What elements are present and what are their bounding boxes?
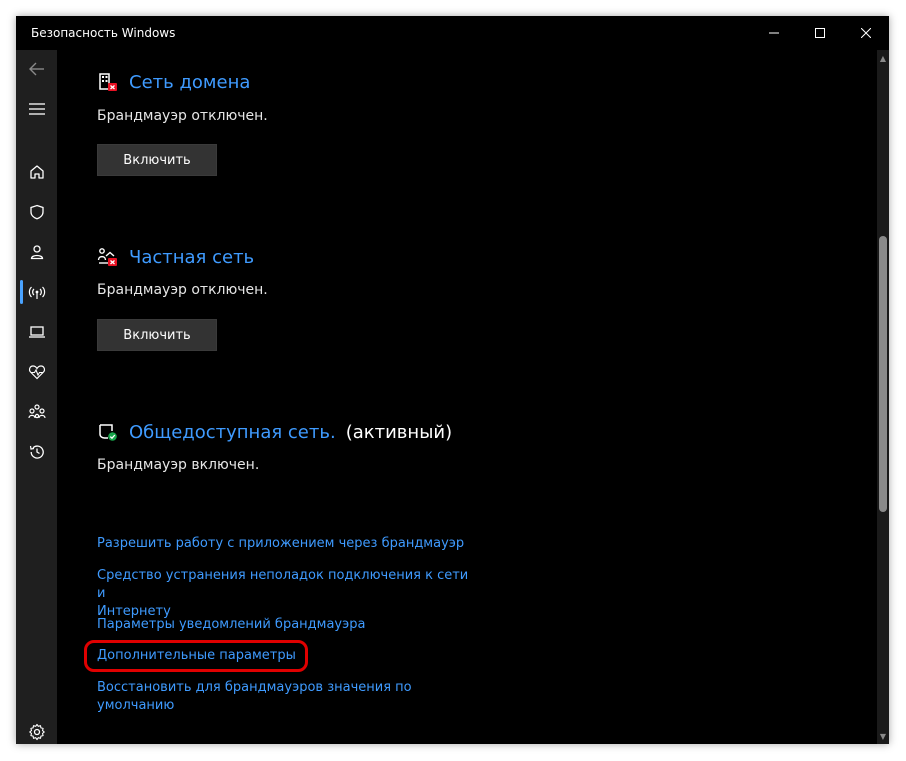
scroll-up-icon[interactable]: ▲ xyxy=(877,52,889,64)
domain-enable-button[interactable]: Включить xyxy=(97,144,217,176)
public-network-icon xyxy=(97,421,119,443)
restore-defaults-link[interactable]: Восстановить для брандмауэров значения п… xyxy=(97,679,477,715)
notification-settings-link[interactable]: Параметры уведомлений брандмауэра xyxy=(97,616,477,634)
title-bar: Безопасность Windows xyxy=(16,16,889,50)
allow-app-link[interactable]: Разрешить работу с приложением через бра… xyxy=(97,535,477,553)
app-window: Безопасность Windows Сеть домена Брандма… xyxy=(16,16,889,744)
main-content: Сеть домена Брандмауэр отключен. Включит… xyxy=(57,50,877,744)
private-network-status: Брандмауэр отключен. xyxy=(97,282,268,298)
history-icon xyxy=(29,445,44,459)
sidebar-item-protection-history[interactable] xyxy=(16,434,57,470)
scroll-down-icon[interactable]: ▼ xyxy=(877,730,889,742)
family-icon xyxy=(27,404,46,419)
maximize-icon xyxy=(815,28,825,38)
domain-network-header: Сеть домена xyxy=(97,71,250,93)
private-network-header: Частная сеть xyxy=(97,246,254,268)
vertical-scrollbar[interactable]: ▲ ▼ xyxy=(877,50,889,744)
domain-network-icon xyxy=(97,71,119,93)
active-indicator xyxy=(20,280,23,304)
sidebar-item-device-health[interactable] xyxy=(16,354,57,390)
private-network-icon xyxy=(97,246,119,268)
sidebar xyxy=(16,50,57,744)
sidebar-item-home[interactable] xyxy=(16,154,57,190)
hamburger-menu-icon xyxy=(28,103,45,115)
private-network-link[interactable]: Частная сеть xyxy=(129,247,254,268)
highlight-annotation xyxy=(84,640,308,672)
private-enable-button[interactable]: Включить xyxy=(97,319,217,351)
back-button[interactable] xyxy=(16,51,57,87)
sidebar-item-settings[interactable] xyxy=(16,714,57,744)
public-network-status: Брандмауэр включен. xyxy=(97,457,260,473)
shield-icon xyxy=(29,204,44,220)
troubleshooter-link[interactable]: Средство устранения неполадок подключени… xyxy=(97,567,477,621)
active-label: (активный) xyxy=(345,421,453,443)
sidebar-item-virus-protection[interactable] xyxy=(16,194,57,230)
scroll-thumb[interactable] xyxy=(879,236,887,512)
health-heart-icon xyxy=(28,365,45,380)
domain-network-link[interactable]: Сеть домена xyxy=(129,72,250,93)
minimize-icon xyxy=(769,32,779,34)
public-network-link[interactable]: Общедоступная сеть. xyxy=(129,422,336,443)
menu-button[interactable] xyxy=(16,91,57,127)
close-button[interactable] xyxy=(843,16,889,50)
account-icon xyxy=(30,245,43,260)
settings-gear-icon xyxy=(28,723,45,741)
back-arrow-icon xyxy=(28,62,44,76)
troubleshooter-link-line1: Средство устранения неполадок подключени… xyxy=(97,568,469,601)
minimize-button[interactable] xyxy=(751,16,797,50)
network-antenna-icon xyxy=(28,286,45,299)
public-network-header: Общедоступная сеть. (активный) xyxy=(97,421,452,443)
sidebar-item-family[interactable] xyxy=(16,394,57,430)
maximize-button[interactable] xyxy=(797,16,843,50)
sidebar-item-firewall[interactable] xyxy=(16,274,57,310)
device-laptop-icon xyxy=(28,326,45,338)
sidebar-item-account[interactable] xyxy=(16,234,57,270)
home-icon xyxy=(29,165,44,179)
domain-network-status: Брандмауэр отключен. xyxy=(97,108,268,124)
close-icon xyxy=(861,28,871,38)
sidebar-item-app-browser[interactable] xyxy=(16,314,57,350)
window-title: Безопасность Windows xyxy=(31,26,176,40)
